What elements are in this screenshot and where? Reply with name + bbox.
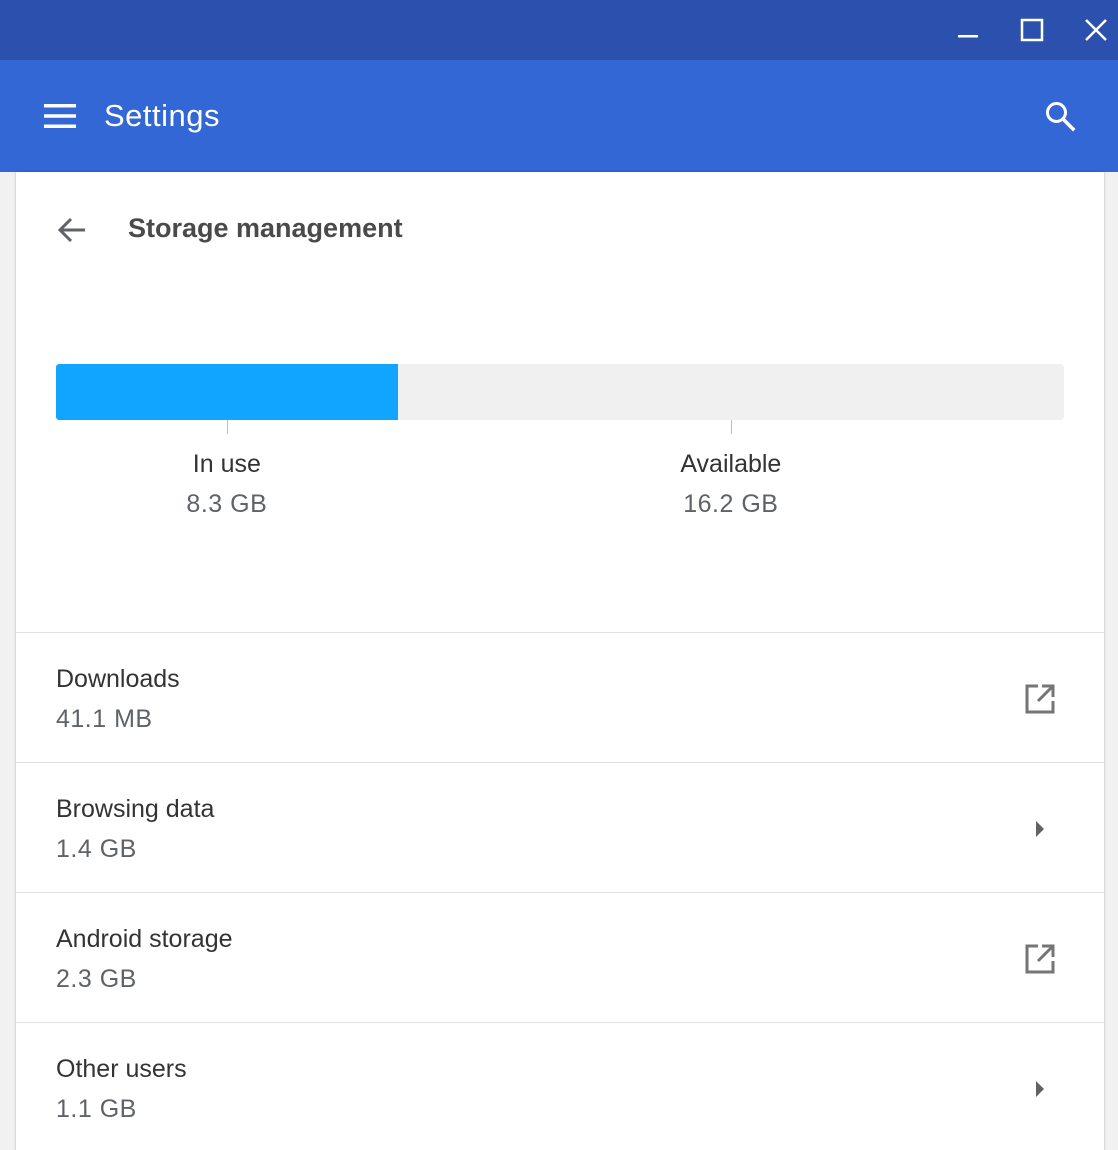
- close-icon: [1085, 19, 1107, 41]
- storage-card: Storage management In use 8.3 GB Availab…: [16, 172, 1104, 1150]
- hamburger-menu-icon: [44, 104, 76, 128]
- menu-button[interactable]: [30, 86, 90, 146]
- close-window-button[interactable]: [1064, 0, 1118, 60]
- available-label: Available: [680, 450, 782, 478]
- available-value: 16.2 GB: [683, 490, 779, 518]
- search-icon: [1046, 102, 1076, 132]
- page-title: Storage management: [128, 213, 403, 243]
- list-item-label: Browsing data: [56, 795, 215, 823]
- in-use-tick: [226, 420, 228, 434]
- arrow-back-icon: [57, 217, 85, 243]
- maximize-icon: [1020, 18, 1044, 42]
- list-item-value: 2.3 GB: [56, 965, 137, 993]
- in-use-label: In use: [192, 450, 261, 478]
- window-titlebar: [0, 0, 1118, 60]
- list-item-android-storage[interactable]: Android storage 2.3 GB: [16, 892, 1104, 1022]
- search-button[interactable]: [1030, 86, 1090, 146]
- list-item-label: Downloads: [56, 665, 180, 693]
- storage-usage-bar: [56, 364, 1064, 420]
- chevron-right-icon[interactable]: [1012, 803, 1068, 855]
- maximize-button[interactable]: [1000, 0, 1064, 60]
- list-item-downloads[interactable]: Downloads 41.1 MB: [16, 632, 1104, 762]
- available-legend: Available 16.2 GB: [621, 448, 841, 520]
- in-use-legend: In use 8.3 GB: [117, 448, 337, 520]
- list-item-label: Other users: [56, 1055, 187, 1083]
- in-use-value: 8.3 GB: [186, 490, 268, 518]
- open-external-icon[interactable]: [1012, 933, 1068, 985]
- available-tick: [730, 420, 732, 434]
- minimize-button[interactable]: [936, 0, 1000, 60]
- open-external-icon[interactable]: [1012, 673, 1068, 725]
- list-item-value: 1.1 GB: [56, 1095, 137, 1123]
- list-item-other-users[interactable]: Other users 1.1 GB: [16, 1022, 1104, 1150]
- list-item-label: Android storage: [56, 925, 233, 953]
- storage-used-fill: [56, 364, 398, 420]
- list-item-browsing-data[interactable]: Browsing data 1.4 GB: [16, 762, 1104, 892]
- back-button[interactable]: [44, 202, 100, 258]
- chevron-right-icon[interactable]: [1012, 1063, 1068, 1115]
- list-item-value: 1.4 GB: [56, 835, 137, 863]
- minimize-icon: [958, 35, 978, 38]
- settings-appbar: Settings: [0, 60, 1118, 172]
- app-title: Settings: [104, 98, 221, 133]
- list-item-value: 41.1 MB: [56, 705, 153, 733]
